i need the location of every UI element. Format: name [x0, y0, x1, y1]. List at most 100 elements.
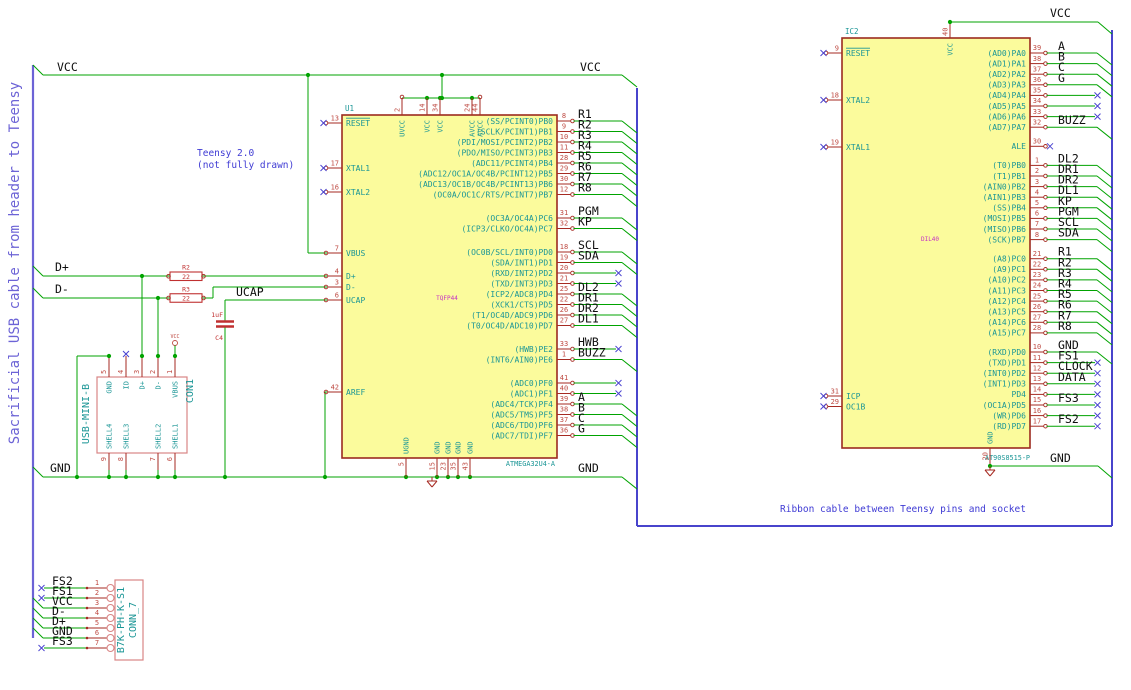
bus-entry: [1096, 279, 1113, 293]
pin-name: OC1B: [846, 402, 865, 411]
pin-name: (A12)PC4: [987, 297, 1026, 306]
conn7-pin-circle: [106, 633, 115, 643]
bus-entry: [621, 74, 638, 88]
bus-entry: [621, 194, 638, 207]
pin-num: 41: [560, 374, 568, 382]
pin-name: (TXD)PD1: [987, 358, 1026, 367]
conn7-pin-end: [85, 636, 89, 640]
c4-ref: C4: [215, 334, 223, 342]
bus-entry: [32, 466, 44, 478]
pin-num: 16: [331, 184, 339, 192]
conn7-pin-end: [85, 596, 89, 600]
pin-name: (SS)PB4: [992, 204, 1026, 213]
net-label-vcc: VCC: [1050, 6, 1071, 20]
con1-pin-name: D+: [139, 381, 147, 389]
pin-num: 9: [562, 123, 566, 131]
pin-name: RESET: [346, 119, 370, 128]
ic-value: AT90S8515-P: [985, 454, 1030, 462]
pin-name: (HWB)PE2: [514, 345, 553, 354]
pin-num: 35: [450, 462, 458, 470]
pin-num: 16: [1033, 407, 1041, 415]
net-label-gnd: GND: [50, 461, 71, 475]
pin-num: 13: [331, 115, 339, 123]
note-teensy-line1: Teensy 2.0: [197, 148, 255, 159]
conn7-ref: CONN_7: [128, 602, 139, 638]
conn7-pin-circle: [106, 603, 115, 613]
pin-num: 29: [831, 398, 839, 406]
pin-num: 13: [1033, 375, 1041, 383]
gnd-symbol: [426, 480, 433, 488]
net-label-FS2: FS2: [1058, 412, 1079, 426]
bus-entry: [621, 152, 638, 165]
con1-pin-name: D-: [155, 381, 163, 389]
pin-num: 30: [1033, 138, 1041, 146]
pin-name: ICP: [846, 392, 861, 401]
net-label-SDA: SDA: [578, 249, 599, 263]
bus-entry: [621, 217, 638, 231]
con1-pin-num: 3: [133, 370, 141, 374]
pin-num: 31: [831, 388, 839, 396]
pin-num: 27: [1033, 314, 1041, 322]
pin-name: (A13)PC5: [987, 308, 1026, 317]
con1-pin-num: 7: [149, 457, 157, 461]
pin-num: 38: [1033, 55, 1041, 63]
pin-num: 5: [1035, 199, 1039, 207]
bus-entry: [621, 314, 638, 328]
pin-name: (AD1)PA1: [987, 59, 1026, 68]
bus-entry: [32, 617, 44, 629]
pin-name: GND: [455, 441, 463, 454]
bus-entry: [32, 597, 44, 609]
bus-entry: [32, 607, 44, 619]
junction-dot: [139, 353, 145, 359]
pin-num: 18: [831, 92, 839, 100]
pin-name: (AD0)PA0: [987, 49, 1026, 58]
pin-num: 32: [1033, 118, 1041, 126]
pin-num: 37: [1033, 65, 1041, 73]
net-label-dminus: D-: [55, 282, 69, 296]
bus-entry: [32, 287, 44, 299]
pin-name: (AIN0)PB2: [983, 182, 1027, 191]
pin-name: D-: [346, 283, 356, 292]
pin-name: GND: [445, 441, 453, 454]
pin-name: (AD5)PA5: [987, 102, 1026, 111]
pin-num: 4: [335, 268, 339, 276]
bus-entry: [1096, 84, 1113, 98]
bus-entry: [32, 64, 44, 76]
pin-num: 11: [1033, 354, 1041, 362]
bus-entry: [621, 476, 638, 490]
bus-entry: [621, 262, 638, 275]
conn7-pin-num: 2: [95, 589, 99, 597]
pin-num: 6: [1035, 210, 1039, 218]
pin-num: 12: [1033, 364, 1041, 372]
net-label-FS3: FS3: [1058, 391, 1079, 405]
pin-num: 34: [1033, 97, 1041, 105]
con1-pin-name: VBUS: [172, 381, 180, 398]
pin-num: 33: [560, 340, 568, 348]
pin-name: PD4: [1012, 390, 1027, 399]
resistor-value: 22: [182, 295, 190, 303]
bus-entry: [32, 627, 44, 639]
con1-pin-name: SHELL1: [172, 424, 180, 449]
pin-name: (OC0A/OC1C/RTS/PCINT7)PB7: [433, 190, 554, 199]
junction-dot: [439, 95, 445, 101]
net-label-KP: KP: [578, 215, 592, 229]
pin-num: 18: [560, 243, 568, 251]
pin-num: 19: [831, 139, 839, 147]
pin-num: 28: [560, 154, 568, 162]
pin-num: 43: [462, 462, 470, 470]
pin-name: (A14)PC6: [987, 318, 1026, 327]
pin-name: (A9)PC1: [992, 265, 1026, 274]
pin-num: 42: [331, 384, 339, 392]
con1-pin-name: SHELL4: [106, 424, 114, 449]
pin-num: 32: [560, 220, 568, 228]
pin-name: VCC: [424, 120, 432, 133]
pin-num: 26: [1033, 303, 1041, 311]
pin-name: (ICP2/ADC8)PD4: [486, 290, 554, 299]
pin-num: 20: [982, 452, 990, 460]
bus-entry: [1096, 311, 1113, 325]
pin-name: XTAL1: [846, 143, 870, 152]
net-label-R8: R8: [1058, 319, 1072, 333]
pin-name: UGND: [403, 437, 411, 454]
resistor-ref: R3: [182, 285, 190, 293]
conn7-pin-circle: [106, 623, 115, 633]
